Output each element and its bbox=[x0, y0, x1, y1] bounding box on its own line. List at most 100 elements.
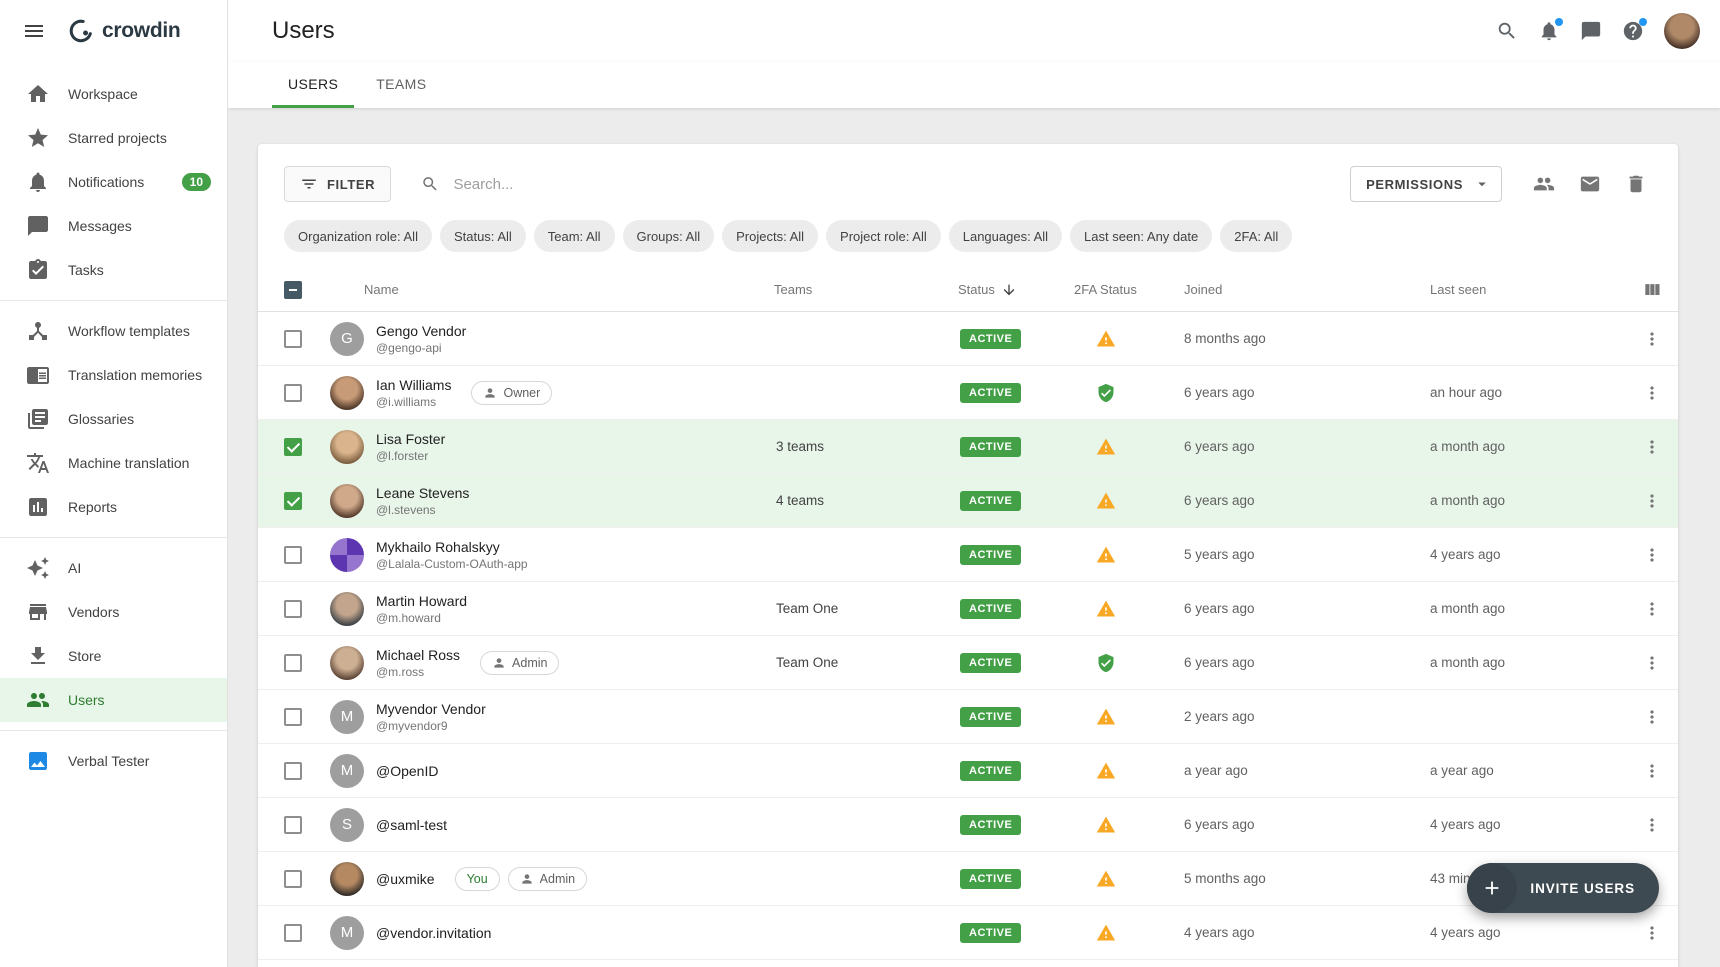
row-menu-icon[interactable] bbox=[1642, 599, 1662, 619]
filter-button[interactable]: FILTER bbox=[284, 166, 391, 202]
select-all-checkbox[interactable] bbox=[284, 281, 302, 299]
filter-chip-last-seen[interactable]: Last seen: Any date bbox=[1070, 220, 1212, 252]
sidebar-item-starred-projects[interactable]: Starred projects bbox=[0, 116, 227, 160]
row-checkbox[interactable] bbox=[284, 870, 302, 888]
user-name[interactable]: Martin Howard bbox=[376, 593, 467, 609]
user-name[interactable]: Myvendor Vendor bbox=[376, 701, 486, 717]
sidebar-item-workspace[interactable]: Workspace bbox=[0, 72, 227, 116]
permissions-button[interactable]: PERMISSIONS bbox=[1350, 166, 1502, 202]
columns-settings-icon[interactable] bbox=[1642, 280, 1662, 300]
user-name[interactable]: Mykhailo Rohalskyy bbox=[376, 539, 528, 555]
user-name[interactable]: Ian Williams bbox=[376, 377, 451, 393]
user-badge-admin[interactable]: Admin bbox=[508, 867, 587, 891]
user-name[interactable]: Gengo Vendor bbox=[376, 323, 466, 339]
filter-chip-status[interactable]: Status: All bbox=[440, 220, 526, 252]
row-menu-icon[interactable] bbox=[1642, 815, 1662, 835]
column-2fa-status[interactable]: 2FA Status bbox=[1074, 282, 1184, 297]
row-checkbox[interactable] bbox=[284, 762, 302, 780]
filter-chip-organization-role[interactable]: Organization role: All bbox=[284, 220, 432, 252]
sidebar-item-notifications[interactable]: Notifications 10 bbox=[0, 160, 227, 204]
mail-icon[interactable] bbox=[1574, 168, 1606, 200]
filter-chip-project-role[interactable]: Project role: All bbox=[826, 220, 941, 252]
column-name[interactable]: Name bbox=[314, 282, 774, 297]
user-name[interactable]: Lisa Foster bbox=[376, 431, 445, 447]
chat-icon[interactable] bbox=[1574, 11, 1608, 51]
user-handle: @l.forster bbox=[376, 449, 445, 463]
sidebar-item-messages[interactable]: Messages bbox=[0, 204, 227, 248]
sidebar-item-workflow-templates[interactable]: Workflow templates bbox=[0, 309, 227, 353]
user-name[interactable]: Leane Stevens bbox=[376, 485, 469, 501]
filter-chip-team[interactable]: Team: All bbox=[534, 220, 615, 252]
column-last-seen[interactable]: Last seen bbox=[1430, 282, 1630, 297]
teams-cell[interactable]: Team One bbox=[774, 601, 954, 616]
sidebar-item-tasks[interactable]: Tasks bbox=[0, 248, 227, 292]
search-input[interactable] bbox=[451, 175, 781, 194]
row-checkbox[interactable] bbox=[284, 816, 302, 834]
row-menu-icon[interactable] bbox=[1642, 437, 1662, 457]
row-menu-icon[interactable] bbox=[1642, 329, 1662, 349]
hamburger-icon[interactable] bbox=[22, 19, 46, 43]
sidebar-item-glossaries[interactable]: Glossaries bbox=[0, 397, 227, 441]
sidebar-item-reports[interactable]: Reports bbox=[0, 485, 227, 529]
row-menu-icon[interactable] bbox=[1642, 383, 1662, 403]
tab-teams[interactable]: TEAMS bbox=[360, 62, 442, 108]
last-seen-cell: a month ago bbox=[1430, 493, 1630, 508]
row-checkbox[interactable] bbox=[284, 924, 302, 942]
sidebar-item-verbal-tester[interactable]: Verbal Tester bbox=[0, 739, 227, 783]
delete-icon[interactable] bbox=[1620, 168, 1652, 200]
row-checkbox[interactable] bbox=[284, 708, 302, 726]
invite-users-button[interactable]: INVITE USERS bbox=[1467, 863, 1659, 913]
twofa-cell bbox=[1074, 383, 1184, 403]
row-menu-icon[interactable] bbox=[1642, 707, 1662, 727]
row-checkbox[interactable] bbox=[284, 600, 302, 618]
row-checkbox[interactable] bbox=[284, 546, 302, 564]
row-menu-icon[interactable] bbox=[1642, 761, 1662, 781]
row-checkbox[interactable] bbox=[284, 654, 302, 672]
bell-icon[interactable] bbox=[1532, 11, 1566, 51]
last-seen-cell: an hour ago bbox=[1430, 385, 1630, 400]
user-badge-owner[interactable]: Owner bbox=[471, 381, 552, 405]
column-status[interactable]: Status bbox=[954, 282, 1074, 298]
sidebar-item-vendors[interactable]: Vendors bbox=[0, 590, 227, 634]
user-avatar[interactable] bbox=[1664, 13, 1700, 49]
crowdin-logo[interactable]: crowdin bbox=[68, 18, 180, 44]
toolbar-right: PERMISSIONS bbox=[1350, 166, 1652, 202]
joined-cell: a year ago bbox=[1184, 763, 1430, 778]
sidebar-item-machine-translation[interactable]: Machine translation bbox=[0, 441, 227, 485]
user-name[interactable]: @uxmike bbox=[376, 871, 435, 887]
teams-cell[interactable]: 3 teams bbox=[774, 439, 954, 454]
user-name[interactable]: @saml-test bbox=[376, 817, 447, 833]
row-menu-icon[interactable] bbox=[1642, 491, 1662, 511]
row-menu-icon[interactable] bbox=[1642, 653, 1662, 673]
teams-cell[interactable]: 4 teams bbox=[774, 493, 954, 508]
group-icon[interactable] bbox=[1528, 168, 1560, 200]
search-icon[interactable] bbox=[1490, 11, 1524, 51]
help-icon[interactable] bbox=[1616, 11, 1650, 51]
sidebar-item-store[interactable]: Store bbox=[0, 634, 227, 678]
row-checkbox[interactable] bbox=[284, 438, 302, 456]
sidebar-item-translation-memories[interactable]: Translation memories bbox=[0, 353, 227, 397]
row-checkbox[interactable] bbox=[284, 330, 302, 348]
user-name[interactable]: Michael Ross bbox=[376, 647, 460, 663]
filter-chip-languages[interactable]: Languages: All bbox=[949, 220, 1062, 252]
table-row: Michael Ross @m.ross Admin Team One ACTI… bbox=[258, 636, 1678, 690]
row-menu-icon[interactable] bbox=[1642, 923, 1662, 943]
column-joined[interactable]: Joined bbox=[1184, 282, 1430, 297]
user-name[interactable]: @OpenID bbox=[376, 763, 438, 779]
sidebar-item-ai[interactable]: AI bbox=[0, 546, 227, 590]
row-checkbox[interactable] bbox=[284, 384, 302, 402]
sidebar-item-users[interactable]: Users bbox=[0, 678, 227, 722]
tab-users[interactable]: USERS bbox=[272, 62, 354, 108]
teams-cell[interactable]: Team One bbox=[774, 655, 954, 670]
user-name[interactable]: @vendor.invitation bbox=[376, 925, 491, 941]
row-menu-icon[interactable] bbox=[1642, 545, 1662, 565]
filter-chip-groups[interactable]: Groups: All bbox=[623, 220, 715, 252]
user-badge-admin[interactable]: Admin bbox=[480, 651, 559, 675]
user-badge-you[interactable]: You bbox=[455, 867, 500, 891]
filter-chip-2fa[interactable]: 2FA: All bbox=[1220, 220, 1292, 252]
person-icon bbox=[520, 872, 534, 886]
column-teams[interactable]: Teams bbox=[774, 282, 954, 297]
user-handle: @l.stevens bbox=[376, 503, 469, 517]
filter-chip-projects[interactable]: Projects: All bbox=[722, 220, 818, 252]
row-checkbox[interactable] bbox=[284, 492, 302, 510]
